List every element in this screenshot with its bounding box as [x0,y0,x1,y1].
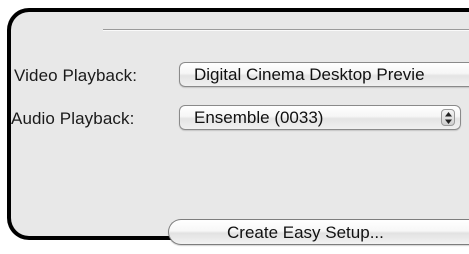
audio-playback-label: Audio Playback: [11,109,135,128]
settings-panel: Video Playback: Digital Cinema Desktop P… [7,8,469,240]
video-playback-popup[interactable]: Digital Cinema Desktop Previe [179,62,469,87]
video-playback-value: Digital Cinema Desktop Previe [194,65,425,84]
create-easy-setup-label: Create Easy Setup... [227,223,384,242]
top-separator [103,29,469,31]
up-down-arrows-icon[interactable] [441,109,455,126]
video-playback-label: Video Playback: [14,66,138,85]
audio-playback-popup[interactable]: Ensemble (0033) [179,105,461,130]
create-easy-setup-button[interactable]: Create Easy Setup... [168,219,469,245]
audio-playback-value: Ensemble (0033) [194,108,324,127]
